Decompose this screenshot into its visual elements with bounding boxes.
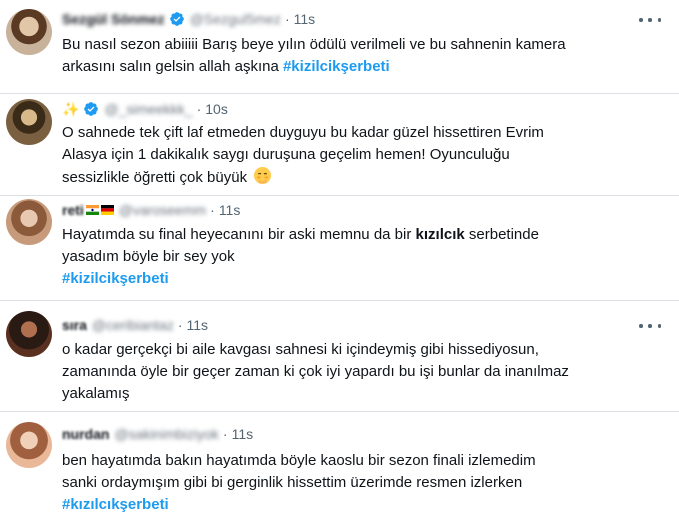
tweet-text: Bu nasıl sezon abiiiii Barış beye yılın … [62,34,667,78]
avatar[interactable] [6,9,52,55]
tweet-text: Hayatımda su final heyecanını bir aski m… [62,224,667,290]
avatar[interactable] [6,422,52,468]
user-handle[interactable]: @_simeekkk_ [104,101,192,117]
display-name[interactable]: reti [62,202,84,218]
timestamp[interactable]: 11s [294,11,316,27]
tweet-3[interactable]: reti @varoseemm · 11s Hayatımda su final… [0,196,679,300]
more-options-icon[interactable] [639,13,661,27]
tweet-text-line: yakalamış [62,385,130,402]
blushing-emoji-icon [254,166,272,185]
tweet-text-line: serbetinde [468,226,539,243]
tweet-text-line: ben hayatımda bakın hayatımda böyle kaos… [62,452,536,469]
tweet-text-line: Hayatımda su final heyecanını bir aski m… [62,226,412,243]
tweet-1[interactable]: Sezgül Sönmez @Sezgul5mez · 11s Bu nasıl… [0,0,679,93]
flag-germany-icon [100,205,114,215]
hashtag-link[interactable]: #kizilcikşerbeti [62,270,169,287]
tweet-text-line: O sahnede tek çift laf etmeden duyguyu b… [62,124,544,141]
flag-india-icon [85,205,99,215]
separator-dot: · [196,101,202,117]
tweet-text-line: sanki ordaymışım gibi bi gerginlik hisse… [62,474,523,491]
tweet-text-line: zamanında öyle bir geçer zaman ki çok iy… [62,363,569,380]
tweet-text-line: Alasya için 1 dakikalık saygı duruşuna g… [62,146,510,163]
tweet-text: O sahnede tek çift laf etmeden duyguyu b… [62,122,667,189]
separator-dot: · [284,11,290,27]
avatar[interactable] [6,311,52,357]
tweet-text: o kadar gerçekçi bi aile kavgası sahnesi… [62,339,667,405]
user-handle[interactable]: @ceribiantaz [92,317,174,333]
hashtag-link[interactable]: #kizilcikşerbeti [283,58,390,75]
display-name[interactable]: ✨ [62,101,79,118]
separator-dot: · [210,202,215,218]
separator-dot: · [177,317,183,333]
user-handle[interactable]: @sakinimbiziyok [114,426,218,442]
tweet-text-line: arkasını salın gelsin allah aşkına [62,58,279,75]
tweet-text-line: o kadar gerçekçi bi aile kavgası sahnesi… [62,341,539,358]
tweet-5[interactable]: nurdan @sakinimbiziyok · 11s ben hayatım… [0,412,679,531]
tweet-text-line: sessizlikle öğretti çok büyük [62,169,248,186]
tweet-4[interactable]: sıra @ceribiantaz · 11s o kadar gerçekçi… [0,301,679,411]
hashtag-link[interactable]: #kızılcıkşerbeti [62,496,169,513]
avatar[interactable] [6,199,52,245]
more-options-icon[interactable] [639,319,661,333]
timestamp[interactable]: 11s [187,317,209,333]
separator-dot: · [222,426,228,442]
timestamp[interactable]: 11s [232,426,254,442]
bold-keyword: kızılcık [415,226,465,243]
tweet-text: ben hayatımda bakın hayatımda böyle kaos… [62,450,667,516]
verified-badge-icon [169,12,184,26]
verified-badge-icon [84,102,99,116]
display-name[interactable]: sıra [62,317,87,333]
tweet-text-line: yasadım böyle bir sey yok [62,248,235,265]
display-name[interactable]: nurdan [62,426,109,442]
user-handle[interactable]: @varoseemm [119,202,206,218]
display-name[interactable]: Sezgül Sönmez [62,11,165,27]
avatar[interactable] [6,99,52,145]
tweet-text-line: Bu nasıl sezon abiiiii Barış beye yılın … [62,36,566,53]
user-handle[interactable]: @Sezgul5mez [190,11,281,27]
tweet-2[interactable]: ✨ @_simeekkk_ · 10s O sahnede tek çift l… [0,94,679,195]
timestamp[interactable]: 10s [205,101,228,117]
timestamp[interactable]: 11s [219,202,241,218]
